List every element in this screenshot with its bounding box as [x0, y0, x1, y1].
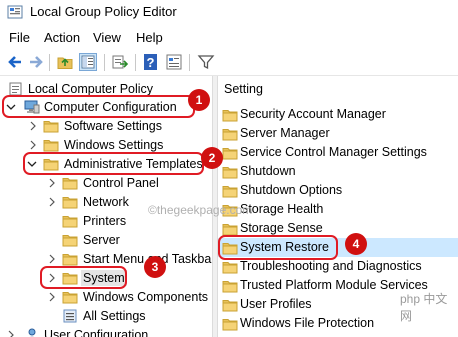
step-badge-4: 4 [345, 233, 367, 255]
list-item[interactable]: Server Manager [218, 124, 458, 143]
tree-item-server[interactable]: Server [0, 231, 212, 250]
tree-label: All Settings [83, 309, 146, 323]
tree-label: Local Computer Policy [28, 82, 154, 96]
up-folder-icon[interactable] [56, 53, 74, 71]
menu-action[interactable]: Action [44, 30, 80, 45]
column-header-setting[interactable]: Setting [224, 82, 263, 96]
chevron-right-icon[interactable] [47, 291, 57, 303]
toolbar-separator [49, 54, 50, 71]
folder-icon [222, 279, 238, 292]
menu-file[interactable]: File [9, 30, 30, 45]
chevron-right-icon[interactable] [6, 329, 16, 337]
chevron-right-icon[interactable] [28, 139, 38, 151]
tree-item-all-settings[interactable]: All Settings [0, 307, 212, 326]
folder-icon [62, 233, 78, 247]
step-badge-3: 3 [144, 256, 166, 278]
folder-icon [62, 252, 78, 266]
highlight-box-system-restore [218, 235, 338, 260]
menu-bar: File Action View Help [0, 27, 458, 47]
folder-icon [222, 127, 238, 140]
toolbar-separator [135, 54, 136, 71]
svg-text:?: ? [147, 55, 155, 70]
step-badge-1: 1 [188, 89, 210, 111]
show-hide-tree-icon[interactable] [79, 53, 97, 71]
list-item[interactable]: Storage Health [218, 200, 458, 219]
folder-icon [222, 146, 238, 159]
folder-icon [222, 260, 238, 273]
chevron-right-icon[interactable] [28, 120, 38, 132]
title-bar: Local Group Policy Editor [0, 0, 458, 25]
tree-item-windows-components[interactable]: Windows Components [0, 288, 212, 307]
tree-label: Network [83, 195, 129, 209]
step-badge-2: 2 [201, 147, 223, 169]
list-item[interactable]: Shutdown [218, 162, 458, 181]
tree-label: Windows Settings [64, 138, 164, 152]
policy-scroll-icon [8, 82, 24, 96]
tree-label: User Configuration [44, 328, 149, 337]
folder-icon [43, 119, 59, 133]
highlight-box-computer-configuration [2, 95, 195, 118]
tree-item-control-panel[interactable]: Control Panel [0, 174, 212, 193]
user-icon [24, 328, 40, 337]
filter-icon[interactable] [197, 53, 215, 71]
folder-icon [222, 108, 238, 121]
chevron-right-icon[interactable] [47, 196, 57, 208]
tree-label: Software Settings [64, 119, 162, 133]
folder-icon [62, 195, 78, 209]
help-icon[interactable]: ? [142, 53, 160, 71]
tree-label: Windows Components [83, 290, 209, 304]
settings-list-icon [62, 309, 78, 323]
tree-item-user-configuration[interactable]: User Configuration [0, 326, 212, 337]
toolbar-separator [189, 54, 190, 71]
tree-label: Printers [83, 214, 127, 228]
forward-arrow-icon[interactable] [27, 53, 45, 71]
folder-icon [62, 290, 78, 304]
back-arrow-icon[interactable] [6, 53, 24, 71]
watermark-text: ©thegeekpage.com [148, 203, 253, 217]
export-list-icon[interactable] [111, 53, 129, 71]
folder-icon [222, 184, 238, 197]
highlight-box-system [40, 266, 127, 289]
highlight-box-administrative-templates [23, 152, 204, 175]
list-item[interactable]: Security Account Manager [218, 105, 458, 124]
window-title: Local Group Policy Editor [30, 4, 177, 19]
folder-icon [222, 165, 238, 178]
tree-label: Server [83, 233, 120, 247]
menu-view[interactable]: View [93, 30, 121, 45]
folder-icon [62, 176, 78, 190]
list-item[interactable]: Service Control Manager Settings [218, 143, 458, 162]
chevron-right-icon[interactable] [47, 177, 57, 189]
menu-help[interactable]: Help [136, 30, 163, 45]
folder-icon [222, 222, 238, 235]
tree-label: Control Panel [83, 176, 159, 190]
tree-item-software-settings[interactable]: Software Settings [0, 117, 212, 136]
properties-icon[interactable] [165, 53, 183, 71]
policy-editor-icon [7, 4, 23, 20]
folder-icon [222, 317, 238, 330]
watermark-corner: php 中文网 [400, 290, 458, 324]
folder-icon [43, 138, 59, 152]
list-item[interactable]: Shutdown Options [218, 181, 458, 200]
toolbar-separator [104, 54, 105, 71]
folder-icon [62, 214, 78, 228]
folder-icon [222, 298, 238, 311]
toolbar: ? [0, 49, 458, 76]
chevron-right-icon[interactable] [47, 253, 57, 265]
